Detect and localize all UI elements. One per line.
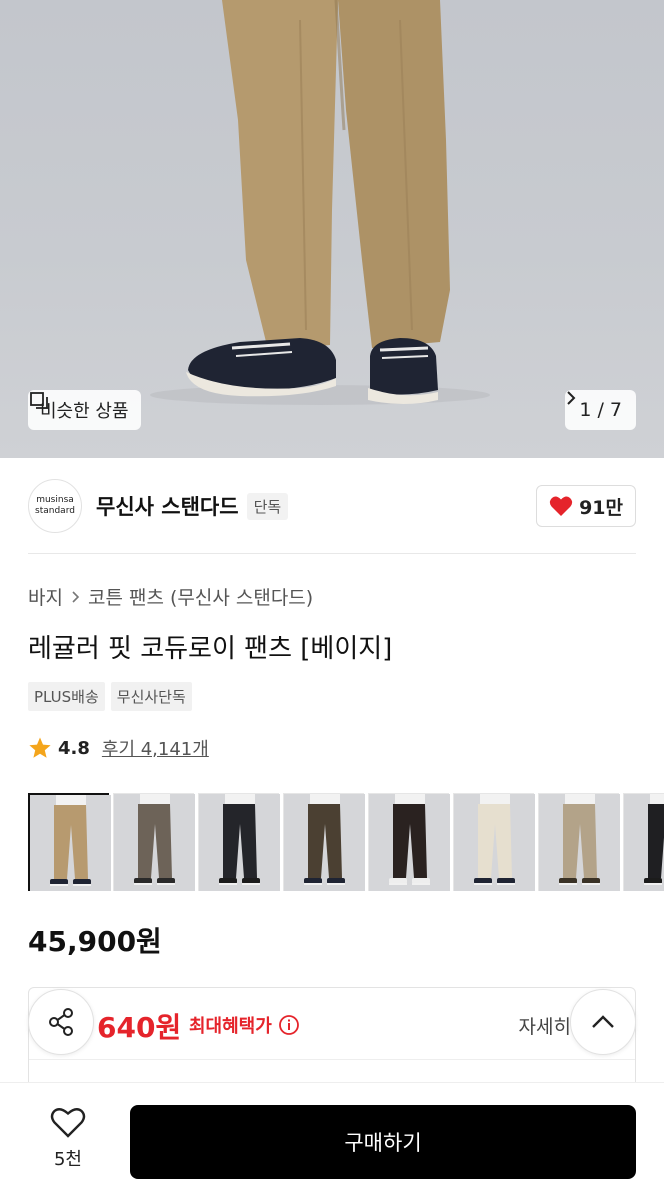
thumbnail-image <box>624 794 664 891</box>
brand-logo-line1: musinsa <box>36 495 74 505</box>
breadcrumb-item-pants[interactable]: 바지 <box>28 583 63 610</box>
thumbnail-image <box>284 794 365 891</box>
thumbnail-image <box>30 795 111 891</box>
info-icon[interactable] <box>278 1014 300 1036</box>
product-price: 45,900원 <box>28 925 162 958</box>
wishlist-count: 5천 <box>53 1149 82 1170</box>
color-thumbnail[interactable] <box>538 793 620 891</box>
star-icon <box>29 737 51 758</box>
color-thumbnail[interactable] <box>113 793 195 891</box>
color-thumbnail[interactable] <box>368 793 450 891</box>
scroll-top-button[interactable] <box>570 989 636 1055</box>
max-benefit-box: 640원 최대혜택가 자세히 <box>28 987 636 1097</box>
similar-products-label: 비슷한 상품 <box>40 401 129 422</box>
thumbnail-image <box>454 794 535 891</box>
color-thumbnail[interactable] <box>28 793 111 891</box>
breadcrumb-item-category[interactable]: 코튼 팬츠 (무신사 스탠다드) <box>88 583 313 610</box>
image-page-counter[interactable]: 1 / 7 <box>565 390 636 430</box>
chevron-right-icon <box>72 590 80 603</box>
copy-icon <box>30 392 48 409</box>
rating-score: 4.8 <box>58 737 90 759</box>
rating-row: 4.8 후기 4,141개 <box>28 735 209 761</box>
bottom-action-bar: 5천 구매하기 <box>0 1082 664 1200</box>
product-hero-image[interactable]: 비슷한 상품 1 / 7 <box>0 0 664 458</box>
share-icon <box>49 1008 73 1036</box>
image-counter-text: 1 / 7 <box>579 399 622 421</box>
heart-outline-icon <box>50 1108 86 1138</box>
color-thumbnail[interactable] <box>283 793 365 891</box>
tag-exclusive: 무신사단독 <box>110 682 192 711</box>
benefit-label: 최대혜택가 <box>189 1012 300 1038</box>
benefit-price: 640원 <box>97 1011 182 1044</box>
wishlist-button[interactable]: 5천 <box>30 1107 106 1171</box>
benefit-label-text: 최대혜택가 <box>189 1016 272 1037</box>
chevron-right-icon <box>567 391 576 405</box>
color-thumbnail[interactable] <box>453 793 535 891</box>
divider <box>28 553 636 554</box>
brand-logo-line2: standard <box>35 506 75 516</box>
share-button[interactable] <box>28 989 94 1055</box>
color-thumbnails <box>28 793 664 891</box>
heart-filled-icon <box>549 496 573 516</box>
thumbnail-image <box>539 794 620 891</box>
tag-plus-delivery: PLUS배송 <box>28 682 105 711</box>
thumbnail-image <box>369 794 450 891</box>
brand-like-button[interactable]: 91만 <box>536 485 636 527</box>
reviews-link[interactable]: 후기 4,141개 <box>102 735 209 761</box>
buy-button[interactable]: 구매하기 <box>130 1105 636 1179</box>
brand-logo[interactable]: musinsa standard <box>28 479 82 533</box>
product-title: 레귤러 핏 코듀로이 팬츠 [베이지] <box>28 634 393 664</box>
similar-products-button[interactable]: 비슷한 상품 <box>28 390 141 430</box>
exclusive-badge: 단독 <box>246 492 289 520</box>
brand-like-count: 91만 <box>579 496 623 519</box>
breadcrumb: 바지 코튼 팬츠 (무신사 스탠다드) <box>28 583 313 610</box>
color-thumbnail[interactable] <box>198 793 280 891</box>
color-thumbnail[interactable] <box>623 793 664 891</box>
product-tags: PLUS배송 무신사단독 <box>28 682 192 711</box>
benefit-detail-link[interactable]: 자세히 <box>519 1012 571 1039</box>
thumbnail-image <box>199 794 280 891</box>
brand-name[interactable]: 무신사 스탠다드 <box>96 491 239 521</box>
brand-row: musinsa standard 무신사 스탠다드 단독 91만 <box>28 478 636 534</box>
benefit-row[interactable]: 640원 최대혜택가 자세히 <box>29 988 635 1060</box>
chevron-up-icon <box>592 1015 614 1028</box>
thumbnail-image <box>114 794 195 891</box>
